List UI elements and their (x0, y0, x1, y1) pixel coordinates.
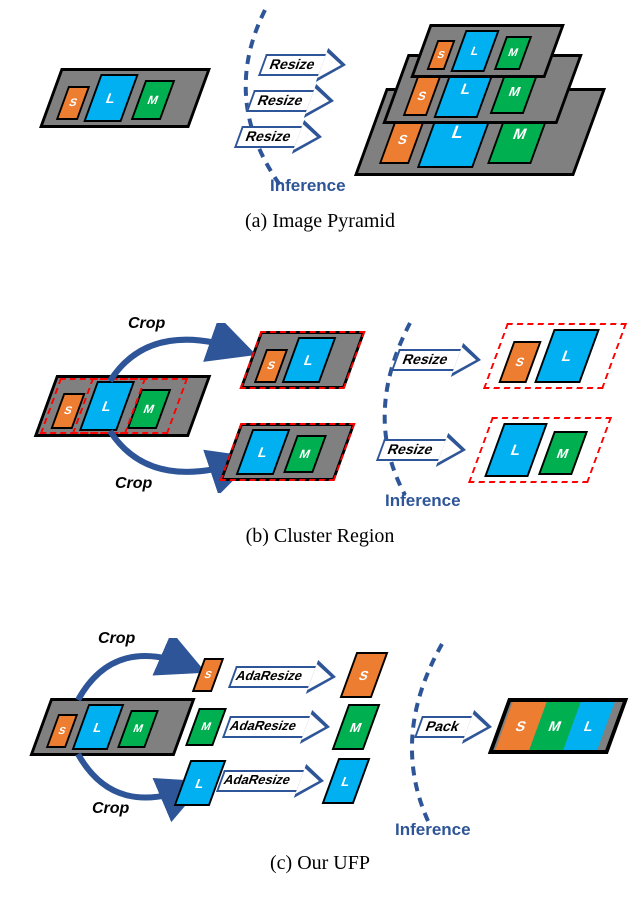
adaresize-arrow-1: AdaResize (227, 662, 346, 692)
caption-b: (b) Cluster Region (0, 525, 640, 548)
resize-arrow-a-3: Resize (233, 122, 332, 152)
crop-label-b-bot: Crop (115, 475, 152, 493)
crop-label-c-top: Crop (98, 630, 135, 648)
pack-arrow: Pack (413, 712, 502, 742)
adaresize-arrow-2: AdaResize (221, 712, 340, 742)
crop-b1-outline (239, 331, 365, 389)
ada-c-m: M (332, 704, 381, 750)
adaresize-arrow-3: AdaResize (215, 766, 334, 796)
inference-arc-b (350, 315, 450, 505)
caption-c: (c) Our UFP (0, 852, 640, 875)
crop-arrow-b-top (90, 323, 260, 393)
resize-label-b-1: Resize (400, 351, 450, 367)
resize-arrow-a-2: Resize (245, 86, 344, 116)
caption-a: (a) Image Pyramid (0, 210, 640, 233)
resize-label-a-3: Resize (243, 128, 293, 144)
resize-arrow-b-1: Resize (390, 345, 491, 375)
panel-c: S L M Crop Crop S M L AdaResize AdaResiz… (0, 608, 640, 868)
resize-arrow-b-2: Resize (375, 435, 476, 465)
inference-label-a: Inference (270, 176, 346, 196)
inference-label-b: Inference (385, 491, 461, 511)
resize-label-b-2: Resize (385, 441, 435, 457)
adaresize-label-1: AdaResize (234, 668, 305, 683)
crop-b2-outline (219, 423, 355, 481)
panel-b: S L M Crop Crop S L L M Inference Resize… (0, 295, 640, 545)
adaresize-label-3: AdaResize (222, 772, 293, 787)
crop-label-b-top: Crop (128, 315, 165, 333)
crop-arrow-c-top (60, 638, 210, 708)
resize-label-a-2: Resize (255, 92, 305, 108)
resize-label-a-1: Resize (267, 56, 317, 72)
pack-label: Pack (423, 718, 462, 734)
adaresize-label-2: AdaResize (228, 718, 299, 733)
inference-label-c: Inference (395, 820, 471, 840)
resize-arrow-a-1: Resize (257, 50, 356, 80)
crop-label-c-bot: Crop (92, 800, 129, 818)
